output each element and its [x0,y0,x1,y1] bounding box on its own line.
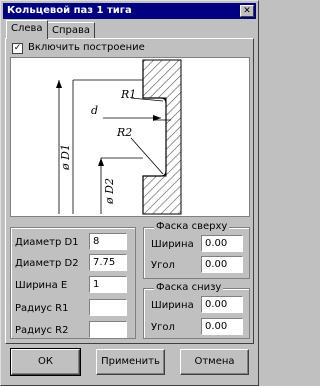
d2-input[interactable] [89,254,127,271]
close-icon: ✕ [243,6,251,16]
close-button[interactable]: ✕ [240,5,254,17]
enable-build-label: Включить построение [28,42,145,53]
r1-label: R1 [120,88,136,101]
d2-label: ø D2 [103,178,116,205]
r2-input[interactable] [89,321,127,338]
enable-build-checkbox[interactable]: ✓ [12,43,23,54]
chamfer-top-angle-input[interactable] [201,256,243,273]
d1-label-text: Диаметр D1 [15,237,79,248]
chamfer-bottom-angle-input[interactable] [201,318,243,335]
tab-right[interactable]: Справа [47,22,96,38]
d-label: d [91,104,98,117]
cancel-button[interactable]: Отмена [180,349,249,375]
chamfer-bottom-angle-label: Угол [151,322,175,333]
width-input[interactable] [89,276,127,293]
chamfer-bottom-title: Фаска снизу [154,282,224,294]
groove-drawing: R1 d R2 ø D1 ø D2 [10,57,250,217]
d2-label-text: Диаметр D2 [15,258,79,269]
window-title: Кольцевой паз 1 тига [7,5,132,16]
chamfer-top-title: Фаска сверху [154,221,230,233]
chamfer-top-angle-label: Угол [151,260,175,271]
r1-label-text: Радиус R1 [15,303,69,314]
chamfer-bottom-width-input[interactable] [201,296,243,313]
dialog-window: Кольцевой паз 1 тига ✕ Слева Справа ✓ Вк… [0,0,259,386]
tab-left[interactable]: Слева [6,20,48,39]
apply-button[interactable]: Применить [96,349,165,375]
title-bar[interactable]: Кольцевой паз 1 тига ✕ [3,3,256,19]
d1-input[interactable] [89,233,127,250]
r2-leader [130,137,164,175]
r2-label-text: Радиус R2 [15,325,69,336]
ok-button[interactable]: ОК [10,348,81,376]
d2-arrow [98,158,104,166]
r2-label: R2 [116,126,132,139]
r1-input[interactable] [89,299,127,316]
chamfer-top-width-input[interactable] [201,235,243,252]
chamfer-top-width-label: Ширина [151,239,194,250]
part-section-hatch [142,59,182,215]
d1-label: ø D1 [59,144,72,171]
width-label-text: Ширина E [15,280,68,291]
chamfer-bottom-width-label: Ширина [151,300,194,311]
groove-diagram: R1 d R2 ø D1 ø D2 [56,59,182,215]
d1-arrow [56,80,62,88]
